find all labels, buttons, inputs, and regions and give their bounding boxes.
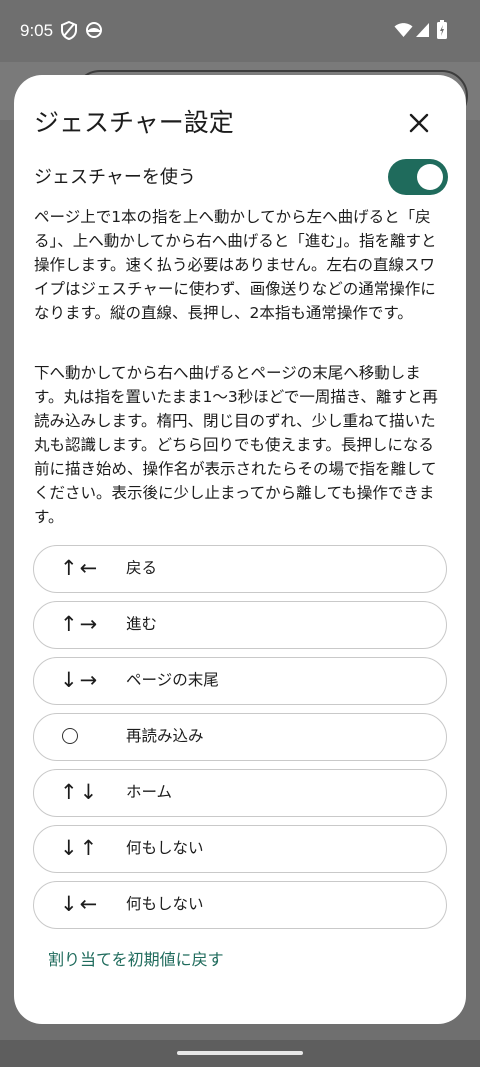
gesture-symbol: ↓→: [60, 668, 100, 692]
gesture-row-circle[interactable]: 再読み込み: [33, 713, 447, 761]
gesture-row-down-right[interactable]: ↓→ ページの末尾: [33, 657, 447, 705]
gesture-symbol: ↓↑: [60, 836, 100, 860]
gesture-settings-sheet: ジェスチャー設定 ジェスチャーを使う ページ上で1本の指を上へ動かしてから左へ曲…: [14, 75, 466, 1024]
gesture-action: 何もしない: [126, 839, 204, 857]
gesture-symbol: ↑↓: [60, 780, 100, 804]
gesture-symbol: ↑←: [60, 556, 100, 580]
signal-icon: [416, 23, 429, 37]
toggle-knob: [417, 164, 443, 190]
status-time: 9:05: [20, 21, 54, 40]
circle-gesture-icon: [62, 728, 78, 744]
gesture-action: 戻る: [126, 559, 158, 577]
sheet-title: ジェスチャー設定: [34, 108, 234, 137]
description-paragraph-1: ページ上で1本の指を上へ動かしてから左へ曲げると「戻る」、上へ動かしてから右へ曲…: [34, 208, 437, 322]
gesture-toggle-switch[interactable]: [388, 159, 448, 195]
gesture-action: 何もしない: [126, 895, 204, 913]
gesture-symbol: ↓←: [60, 892, 100, 916]
home-indicator[interactable]: [177, 1051, 303, 1055]
browser-icon: [86, 22, 102, 38]
gesture-toggle-row[interactable]: ジェスチャーを使う: [34, 159, 448, 197]
wifi-icon: [394, 23, 413, 37]
close-icon: [409, 113, 429, 133]
gesture-row-down-left[interactable]: ↓← 何もしない: [33, 881, 447, 929]
status-bar: 9:05: [0, 0, 480, 62]
close-button[interactable]: [401, 105, 437, 141]
gesture-row-down-up[interactable]: ↓↑ 何もしない: [33, 825, 447, 873]
gesture-row-up-right[interactable]: ↑→ 進む: [33, 601, 447, 649]
gesture-symbol: ↑→: [60, 612, 100, 636]
gesture-row-up-left[interactable]: ↑← 戻る: [33, 545, 447, 593]
gesture-action: ホーム: [126, 783, 173, 801]
description-paragraph-2: 下へ動かしてから右へ曲げるとページの末尾へ移動します。丸は指を置いたまま1〜3秒…: [34, 364, 438, 526]
gesture-action: 進む: [126, 615, 158, 633]
gesture-row-up-down[interactable]: ↑↓ ホーム: [33, 769, 447, 817]
gesture-action: 再読み込み: [126, 727, 204, 745]
shield-icon: [61, 21, 77, 40]
gesture-action: ページの末尾: [126, 671, 219, 689]
gesture-list: ↑← 戻る ↑→ 進む ↓→ ページの末尾 再読み込み ↑↓ ホーム ↓↑ 何も…: [33, 545, 447, 937]
battery-charging-icon: [437, 20, 447, 39]
gesture-toggle-label: ジェスチャーを使う: [34, 167, 196, 188]
reset-defaults-button[interactable]: 割り当てを初期値に戻す: [48, 948, 224, 972]
